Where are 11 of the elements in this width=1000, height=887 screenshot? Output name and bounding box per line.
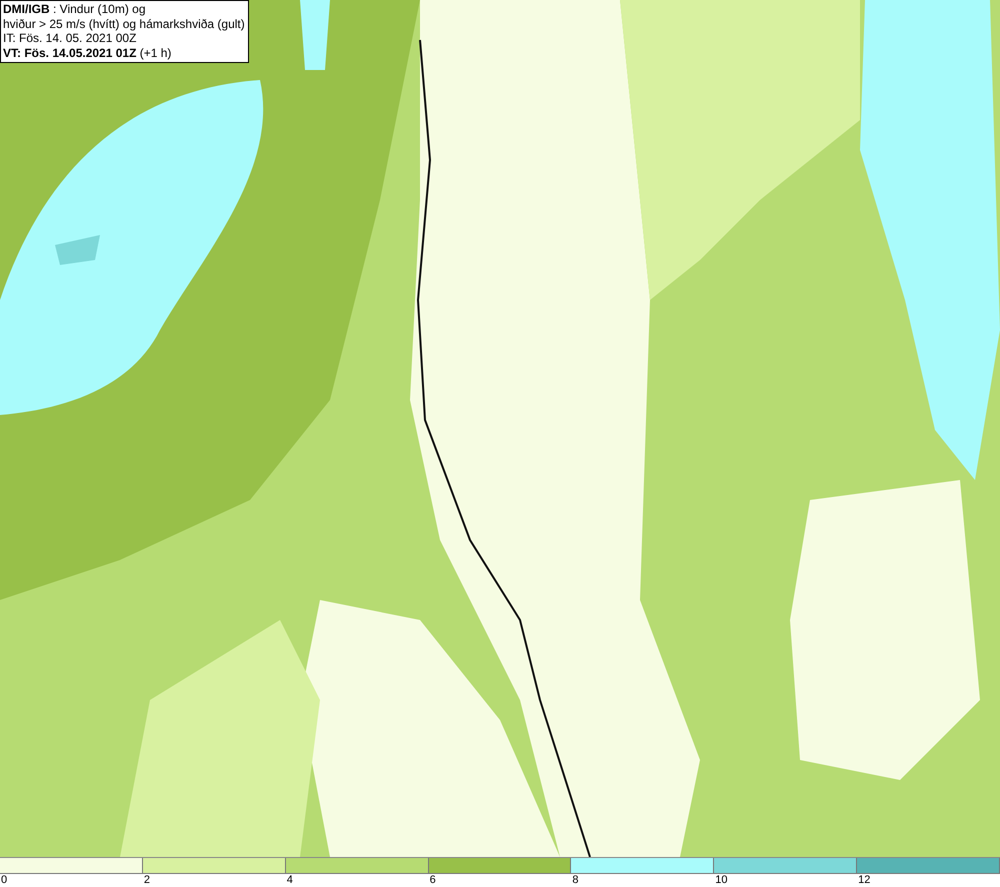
legend-tick-label: 6	[428, 874, 436, 887]
title-line: IT: Fös. 14. 05. 2021 00Z	[3, 31, 138, 46]
legend-tick-label: 0	[0, 874, 8, 887]
title-line: VT: Fös. 14.05.2021 01Z (+1 h)	[3, 46, 172, 60]
legend-tick-label: 2	[142, 874, 150, 887]
title-line: hviður > 25 m/s (hvítt) og hámarkshviða (gult)	[3, 16, 245, 31]
legend-tick-label: 10	[714, 874, 728, 887]
legend-tick-label: 8	[571, 874, 579, 887]
legend-tick-label: 12	[857, 874, 870, 887]
title-line: DMI/IGB : Vindur (10m) og	[3, 2, 146, 16]
legend-tick-label: 4	[286, 874, 293, 887]
